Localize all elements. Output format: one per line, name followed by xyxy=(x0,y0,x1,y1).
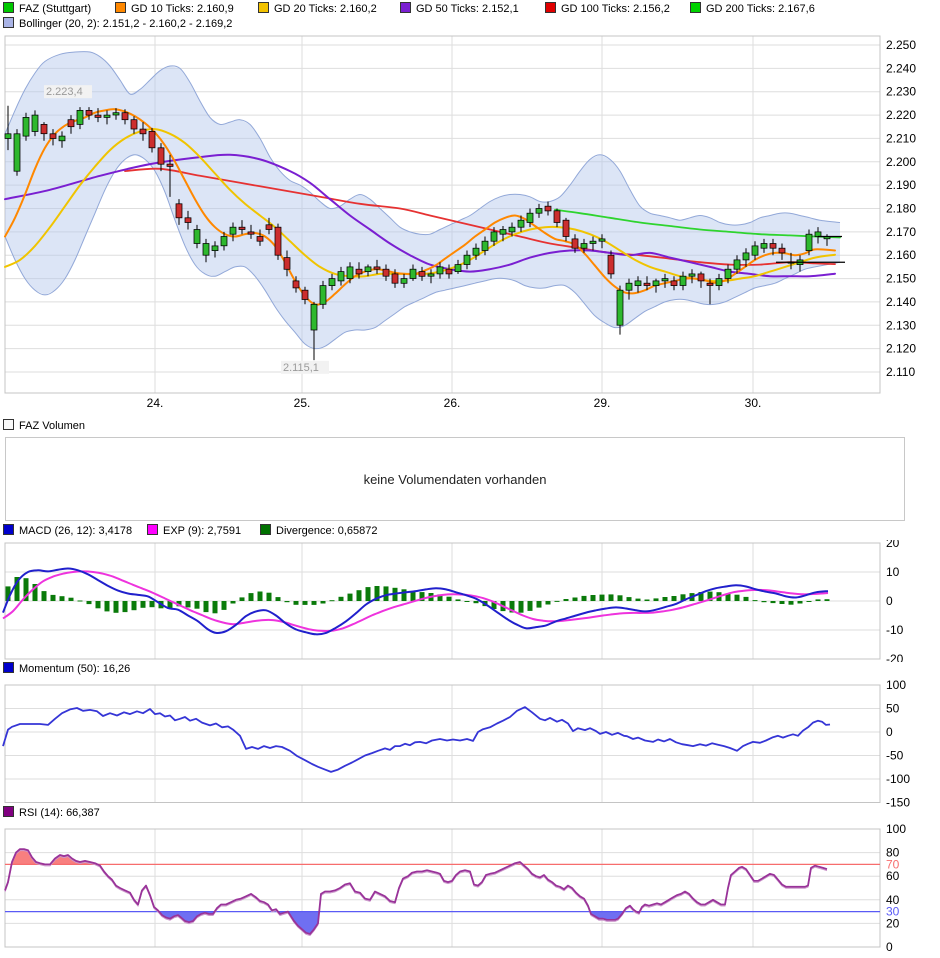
legend-label: RSI (14): 66,387 xyxy=(19,807,100,819)
legend-label: Bollinger (20, 2): 2.151,2 - 2.160,2 - 2… xyxy=(19,18,233,30)
rsi-color-swatch xyxy=(3,806,14,817)
price-chart: 2.250 2.240 2.230 2.220 2.210 2.200 2.190 2.180… xyxy=(4,35,916,410)
legend-label: FAZ Volumen xyxy=(19,420,86,432)
svg-text:2.220: 2.220 xyxy=(886,108,916,122)
legend-label: GD 20 Ticks: 2.160,2 xyxy=(274,3,377,15)
exp-color-swatch xyxy=(147,524,158,535)
svg-text:2.200: 2.200 xyxy=(886,155,916,169)
macd-chart: 20 10 0 -10 -20 xyxy=(2,540,904,662)
momentum-chart: 100 50 0 -50 -100 -150 xyxy=(2,678,910,809)
svg-text:2.115,1: 2.115,1 xyxy=(283,362,319,374)
faz-color-swatch xyxy=(3,2,14,13)
svg-text:2.170: 2.170 xyxy=(886,225,916,239)
svg-text:2.140: 2.140 xyxy=(886,295,916,309)
svg-text:0: 0 xyxy=(886,725,893,739)
svg-text:24.: 24. xyxy=(147,396,164,410)
svg-text:2.250: 2.250 xyxy=(886,38,916,52)
svg-text:2.160: 2.160 xyxy=(886,248,916,262)
legend-item-bollinger: Bollinger (20, 2): 2.151,2 - 2.160,2 - 2… xyxy=(3,17,232,31)
svg-text:20: 20 xyxy=(886,916,900,930)
legend-item-exp: EXP (9): 2,7591 xyxy=(147,524,241,538)
divergence-color-swatch xyxy=(260,524,271,535)
legend-item-gd50: GD 50 Ticks: 2.152,1 xyxy=(400,2,519,16)
svg-text:2.223,4: 2.223,4 xyxy=(46,86,83,98)
legend-item-gd20: GD 20 Ticks: 2.160,2 xyxy=(258,2,377,16)
svg-text:2.230: 2.230 xyxy=(886,85,916,99)
svg-text:-100: -100 xyxy=(886,772,910,786)
svg-text:2.150: 2.150 xyxy=(886,272,916,286)
svg-text:20: 20 xyxy=(886,540,900,550)
svg-text:2.210: 2.210 xyxy=(886,131,916,145)
no-volume-data-message: keine Volumendaten vorhanden xyxy=(363,471,547,487)
svg-text:100: 100 xyxy=(886,678,906,692)
legend-item-macd: MACD (26, 12): 3,4178 xyxy=(3,524,132,538)
gd200-color-swatch xyxy=(690,2,701,13)
legend-label: FAZ (Stuttgart) xyxy=(19,3,92,15)
macd-color-swatch xyxy=(3,524,14,535)
volume-color-swatch xyxy=(3,419,14,430)
svg-text:0: 0 xyxy=(886,594,893,608)
legend-item-divergence: Divergence: 0,65872 xyxy=(260,524,378,538)
bollinger-color-swatch xyxy=(3,17,14,28)
momentum-color-swatch xyxy=(3,662,14,673)
legend-item-rsi: RSI (14): 66,387 xyxy=(3,806,100,820)
legend-label: GD 10 Ticks: 2.160,9 xyxy=(131,3,234,15)
legend-item-gd100: GD 100 Ticks: 2.156,2 xyxy=(545,2,670,16)
svg-text:26.: 26. xyxy=(444,396,461,410)
svg-text:-20: -20 xyxy=(886,652,904,662)
legend-item-gd200: GD 200 Ticks: 2.167,6 xyxy=(690,2,815,16)
svg-text:-50: -50 xyxy=(886,749,904,763)
volume-panel: keine Volumendaten vorhanden xyxy=(5,437,905,521)
legend-label: GD 100 Ticks: 2.156,2 xyxy=(561,3,670,15)
gd10-color-swatch xyxy=(115,2,126,13)
svg-text:50: 50 xyxy=(886,702,900,716)
legend-item-volume: FAZ Volumen xyxy=(3,419,85,433)
svg-text:2.120: 2.120 xyxy=(886,342,916,356)
svg-text:-150: -150 xyxy=(886,796,910,809)
svg-text:0: 0 xyxy=(886,940,893,954)
svg-text:60: 60 xyxy=(886,869,900,883)
legend-item-gd10: GD 10 Ticks: 2.160,9 xyxy=(115,2,234,16)
svg-text:2.110: 2.110 xyxy=(886,365,915,379)
legend-label: Momentum (50): 16,26 xyxy=(19,663,131,675)
legend-item-faz: FAZ (Stuttgart) xyxy=(3,2,91,16)
gd100-color-swatch xyxy=(545,2,556,13)
rsi-chart: 1008070604030200 xyxy=(4,822,906,954)
svg-text:2.130: 2.130 xyxy=(886,318,916,332)
svg-text:10: 10 xyxy=(886,565,900,579)
gd20-color-swatch xyxy=(258,2,269,13)
svg-text:2.180: 2.180 xyxy=(886,202,916,216)
legend-item-momentum: Momentum (50): 16,26 xyxy=(3,662,130,676)
svg-text:2.190: 2.190 xyxy=(886,178,916,192)
svg-text:-10: -10 xyxy=(886,623,904,637)
svg-text:25.: 25. xyxy=(294,396,311,410)
gd50-color-swatch xyxy=(400,2,411,13)
legend-label: GD 200 Ticks: 2.167,6 xyxy=(706,3,815,15)
legend-label: MACD (26, 12): 3,4178 xyxy=(19,525,133,537)
svg-text:100: 100 xyxy=(886,822,906,836)
svg-text:2.240: 2.240 xyxy=(886,61,916,75)
legend-label: GD 50 Ticks: 2.152,1 xyxy=(416,3,519,15)
svg-text:30.: 30. xyxy=(745,396,762,410)
legend-label: EXP (9): 2,7591 xyxy=(163,525,242,537)
svg-text:29.: 29. xyxy=(594,396,611,410)
legend-label: Divergence: 0,65872 xyxy=(276,525,378,537)
